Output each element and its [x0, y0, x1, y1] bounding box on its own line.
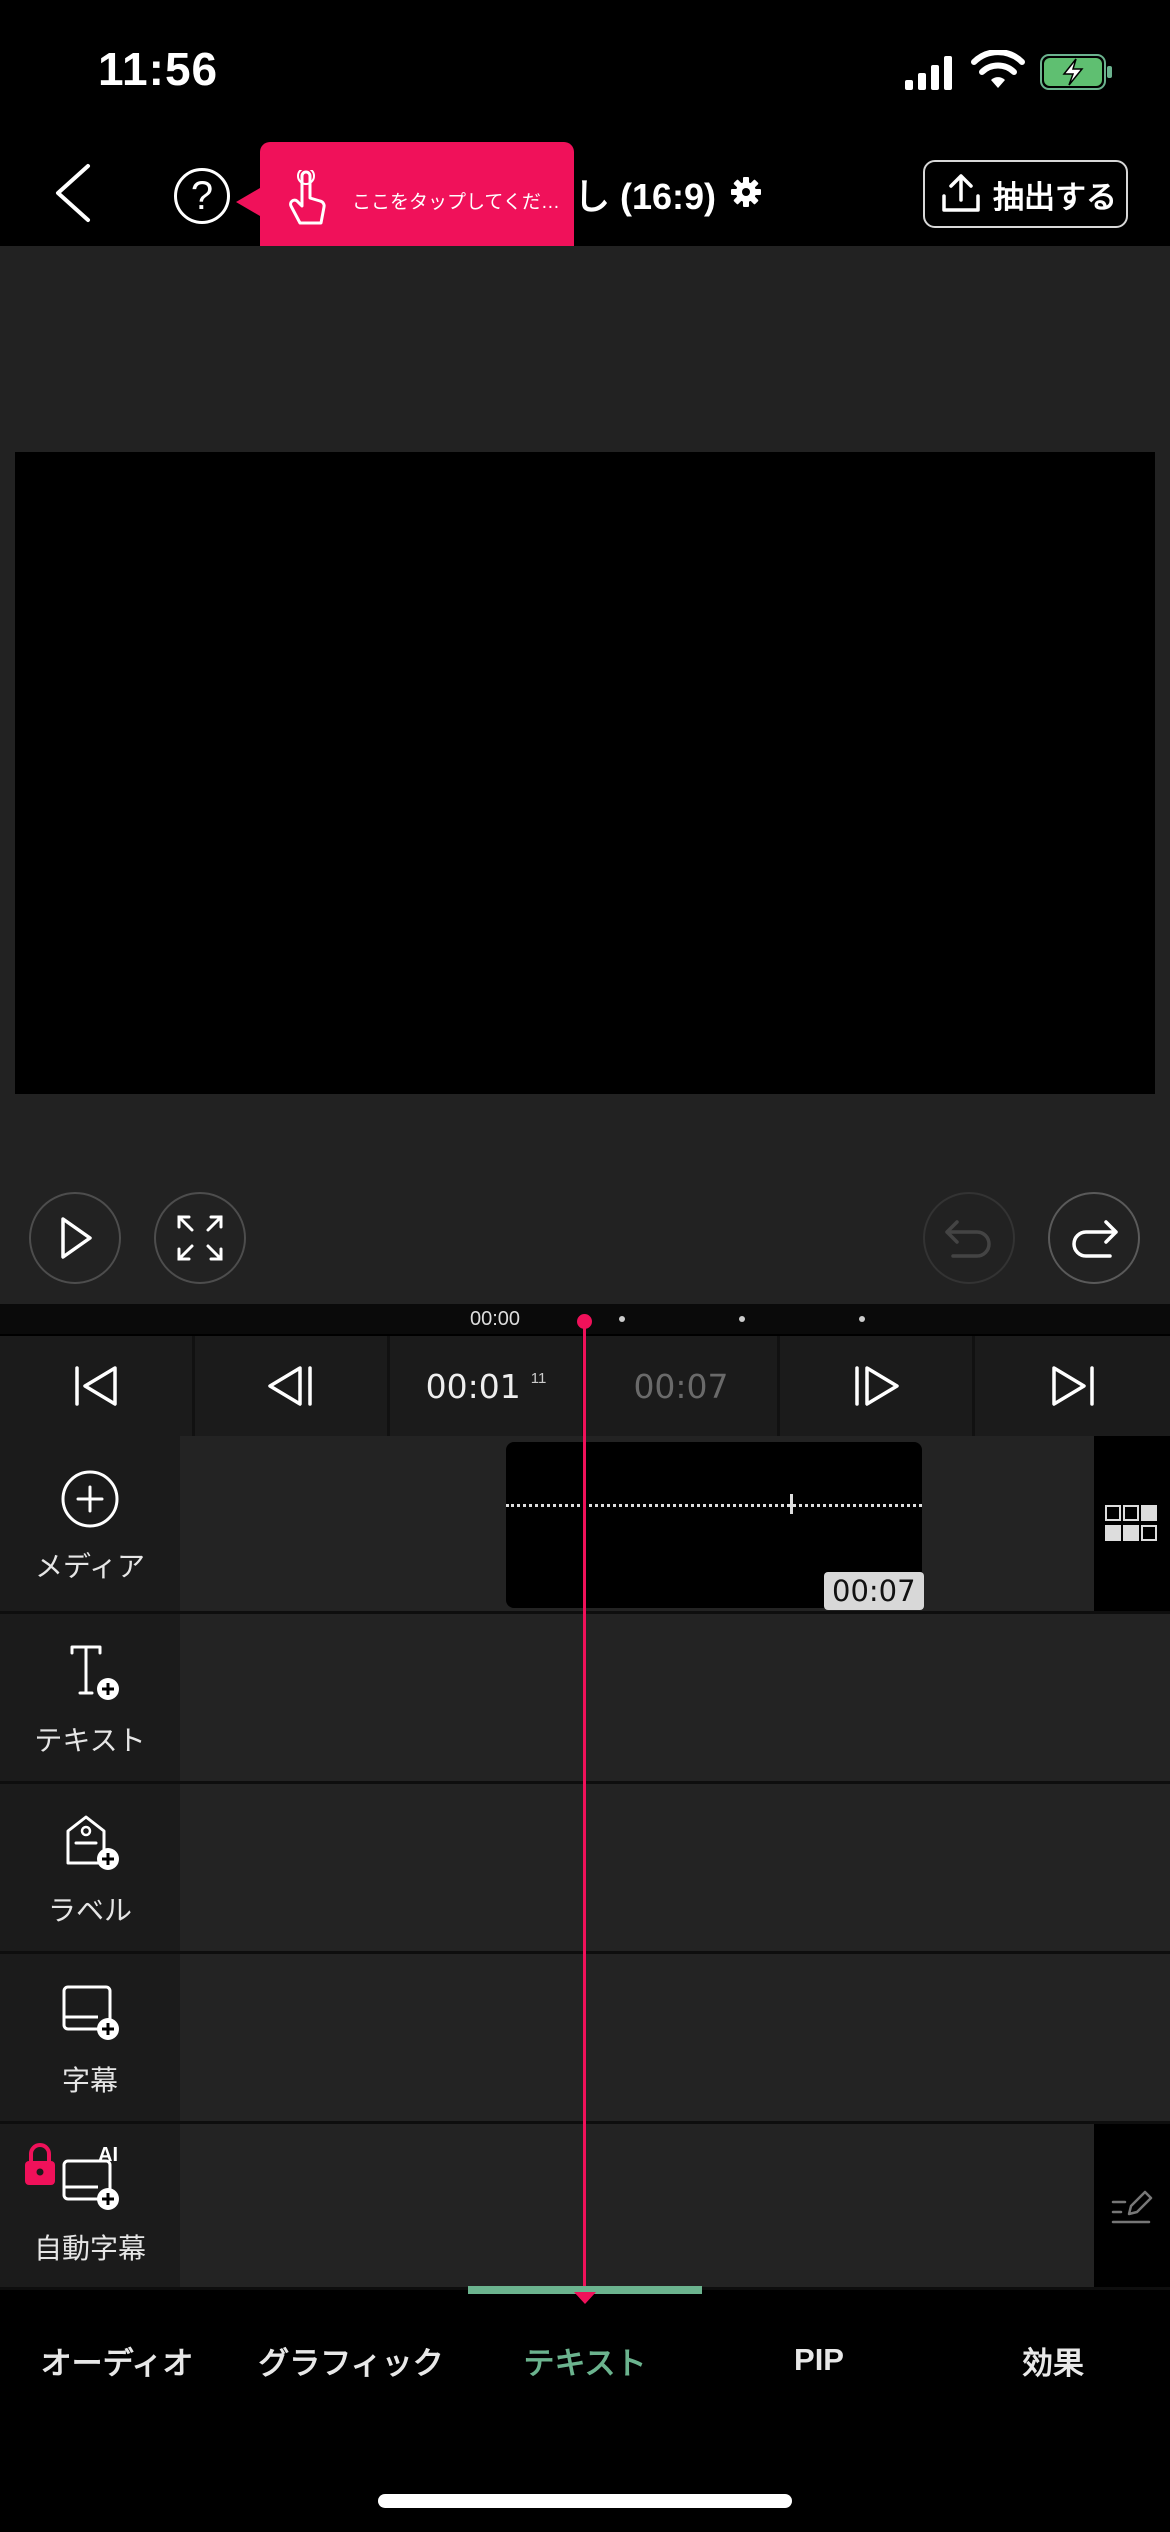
tap-hint-tooltip[interactable]: ここをタップしてくだ…	[236, 142, 574, 258]
clip-duration: 00:07	[824, 1572, 924, 1610]
clip-marker	[790, 1494, 793, 1514]
status-time: 11:56	[98, 43, 219, 95]
current-frames: 11	[530, 1369, 547, 1387]
ai-badge: AI	[98, 2145, 118, 2166]
bottom-tab-bar: オーディオ グラフィック テキスト PIP 効果	[0, 2292, 1170, 2428]
help-button[interactable]: ?	[174, 168, 230, 224]
total-time-display: 00:07	[585, 1336, 780, 1436]
add-subtitle-button[interactable]: 字幕	[0, 1954, 180, 2121]
text-add-icon	[70, 1645, 119, 1700]
tooltip-text: ここをタップしてくだ…	[352, 191, 560, 213]
step-forward-icon	[855, 1366, 899, 1406]
current-time: 00:01	[425, 1366, 521, 1406]
ruler-tick	[739, 1316, 745, 1322]
edit-subtitle-button[interactable]	[1094, 2124, 1170, 2287]
redo-icon	[1072, 1220, 1118, 1258]
jump-to-end-button[interactable]	[975, 1336, 1170, 1436]
jump-to-start-button[interactable]	[0, 1336, 195, 1436]
playhead-handle[interactable]	[577, 1314, 592, 1329]
redo-button[interactable]	[1048, 1192, 1140, 1284]
ruler-tick	[859, 1316, 865, 1322]
total-time: 00:07	[633, 1366, 729, 1406]
add-media-button[interactable]: メディア	[0, 1436, 180, 1611]
grid-icon	[1105, 1504, 1157, 1541]
track-label: 自動字幕	[33, 2232, 146, 2264]
skip-to-start-icon	[75, 1366, 117, 1406]
gear-icon[interactable]	[730, 176, 762, 208]
label-add-icon	[66, 1815, 119, 1870]
grid-view-button[interactable]	[1094, 1436, 1170, 1611]
previous-frame-button[interactable]	[195, 1336, 390, 1436]
tap-hand-icon	[289, 170, 326, 225]
undo-button[interactable]	[923, 1192, 1015, 1284]
step-back-icon	[268, 1366, 312, 1406]
next-frame-button[interactable]	[780, 1336, 975, 1436]
fullscreen-button[interactable]	[154, 1192, 246, 1284]
battery-charging-icon	[1040, 54, 1112, 90]
ai-subtitle-icon: AI	[62, 2145, 119, 2210]
track-label: テキスト	[34, 1724, 146, 1756]
ruler-tick	[619, 1316, 625, 1322]
play-button[interactable]	[29, 1192, 121, 1284]
add-text-button[interactable]: テキスト	[0, 1614, 180, 1781]
skip-to-end-icon	[1051, 1366, 1094, 1406]
tab-audio[interactable]: オーディオ	[0, 2292, 234, 2428]
playhead[interactable]	[583, 1322, 586, 2300]
home-indicator	[378, 2494, 792, 2508]
plus-circle-icon	[61, 1470, 119, 1527]
current-time-display: 00:01 11	[390, 1336, 585, 1436]
expand-icon	[177, 1215, 223, 1261]
cellular-signal-icon	[905, 56, 952, 90]
export-button[interactable]: 抽出する	[923, 160, 1128, 228]
edit-icon	[1111, 2190, 1153, 2223]
play-icon	[61, 1217, 92, 1259]
tab-text[interactable]: テキスト	[468, 2292, 702, 2428]
wifi-icon	[971, 50, 1025, 88]
undo-icon	[945, 1220, 991, 1258]
track-label: 字幕	[61, 2064, 118, 2096]
lock-icon	[25, 2143, 55, 2185]
export-label: 抽出する	[993, 179, 1117, 215]
track-label: メディア	[34, 1550, 146, 1582]
tab-effects[interactable]: 効果	[936, 2292, 1170, 2428]
playhead-arrow	[574, 2292, 596, 2304]
back-button[interactable]	[50, 162, 96, 224]
track-label: ラベル	[47, 1894, 132, 1926]
tab-graphics[interactable]: グラフィック	[234, 2292, 468, 2428]
project-title[interactable]: し (16:9)	[574, 168, 716, 220]
upload-icon	[942, 174, 980, 212]
add-label-button[interactable]: ラベル	[0, 1784, 180, 1951]
audio-waveform-line	[506, 1504, 922, 1507]
subtitle-add-icon	[62, 1985, 119, 2040]
ruler-time-label: 00:00	[470, 1308, 521, 1330]
video-preview[interactable]	[15, 452, 1155, 1094]
media-clip[interactable]: 00:07	[506, 1442, 924, 1610]
tab-pip[interactable]: PIP	[702, 2292, 936, 2428]
